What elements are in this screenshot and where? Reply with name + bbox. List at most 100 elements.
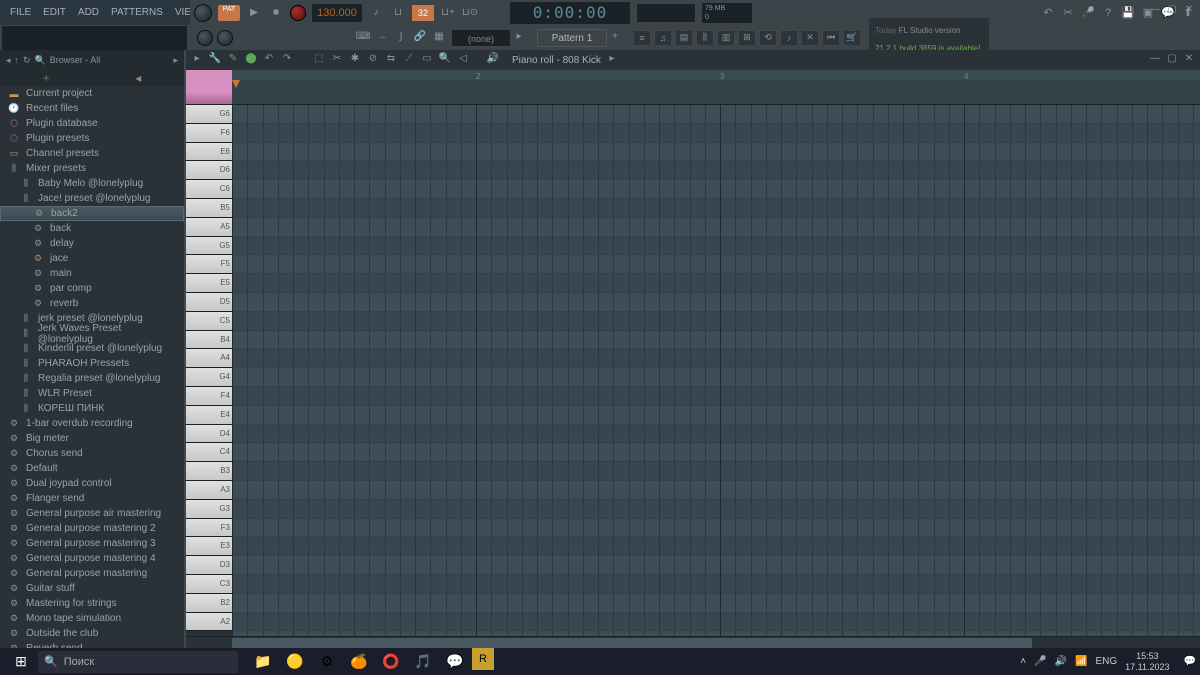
menu-edit[interactable]: EDIT: [37, 5, 72, 20]
pattern-add-icon[interactable]: +: [607, 31, 623, 45]
piano-key[interactable]: C6: [186, 180, 232, 199]
pr-menu-icon[interactable]: ▸: [190, 53, 204, 67]
menu-patterns[interactable]: PATTERNS: [105, 5, 169, 20]
close-icon[interactable]: ✕: [1182, 4, 1196, 16]
browser-icon[interactable]: ▥: [717, 30, 735, 46]
piano-roll-ruler[interactable]: 234: [186, 70, 1200, 105]
playlist-icon[interactable]: ≡: [633, 30, 651, 46]
tree-item[interactable]: ⚙Reverb send: [0, 641, 184, 648]
help-icon[interactable]: ?: [1100, 5, 1116, 21]
rewind-icon[interactable]: ⏮: [822, 30, 840, 46]
tree-item[interactable]: ⚙General purpose air mastering: [0, 506, 184, 521]
tray-notifications-icon[interactable]: 💬: [1184, 656, 1196, 667]
browser-tree[interactable]: ▬Current project🕐Recent files⬡Plugin dat…: [0, 86, 184, 648]
time-display[interactable]: 0:00:00: [510, 2, 630, 24]
tree-item[interactable]: ⚙reverb: [0, 296, 184, 311]
pr-cut2-icon[interactable]: ✂: [330, 53, 344, 67]
pr-zoom-icon[interactable]: 🔍: [438, 53, 452, 67]
piano-roll-title[interactable]: Piano roll - 808 Kick: [512, 55, 601, 66]
piano-key[interactable]: A5: [186, 218, 232, 237]
piano-keys[interactable]: G6F6E6D6C6B5A5G5F5E5D5C5B4A4G4F4E4D4C4B3…: [186, 105, 232, 636]
tree-item[interactable]: ⬡Plugin presets: [0, 131, 184, 146]
discord-icon[interactable]: 💬: [440, 648, 470, 675]
minimize-icon[interactable]: —: [1148, 4, 1162, 16]
pattern-selector[interactable]: Pattern 1: [537, 29, 607, 47]
mic-icon[interactable]: 🎤: [1080, 5, 1096, 21]
pr-tools-icon[interactable]: 🔧: [208, 53, 222, 67]
tree-item[interactable]: ⬡Plugin database: [0, 116, 184, 131]
start-button[interactable]: ⊞: [4, 648, 38, 675]
plugin-picker-icon[interactable]: ⊞: [738, 30, 756, 46]
pr-maximize-icon[interactable]: ▢: [1165, 53, 1179, 67]
up-icon[interactable]: ↑: [15, 55, 20, 65]
pat-song-switch[interactable]: PAT: [218, 5, 240, 21]
tree-item[interactable]: ⚙back2: [0, 206, 184, 221]
main-volume-knob[interactable]: [194, 4, 212, 22]
play-button[interactable]: ▶: [246, 5, 262, 21]
pr-ruler-corner[interactable]: [186, 70, 232, 104]
tree-item[interactable]: ⚙Chorus send: [0, 446, 184, 461]
undo-icon[interactable]: ↶: [1040, 5, 1056, 21]
pr-speaker-icon[interactable]: 🔊: [486, 53, 500, 67]
piano-roll-icon[interactable]: ♫: [654, 30, 672, 46]
tray-chevron-icon[interactable]: ˄: [1020, 656, 1026, 667]
piano-key[interactable]: F5: [186, 255, 232, 274]
tree-item[interactable]: ⚙par comp: [0, 281, 184, 296]
tray-clock[interactable]: 15:5317.11.2023: [1125, 651, 1175, 673]
yandex-icon[interactable]: 🟡: [280, 648, 310, 675]
pr-mute-icon[interactable]: ⊘: [366, 53, 380, 67]
wait-input-icon[interactable]: ⊔: [390, 5, 406, 21]
pr-selectrect-icon[interactable]: ▭: [420, 53, 434, 67]
tray-lang[interactable]: ENG: [1095, 656, 1117, 667]
cut-icon[interactable]: ✂: [1060, 5, 1076, 21]
piano-key[interactable]: E4: [186, 406, 232, 425]
record-button[interactable]: [290, 5, 306, 21]
collapse-icon[interactable]: ◂: [135, 71, 141, 85]
pr-brush-icon[interactable]: ✱: [348, 53, 362, 67]
tree-item[interactable]: ⚙Guitar stuff: [0, 581, 184, 596]
tray-mic-icon[interactable]: 🎤: [1034, 656, 1046, 667]
back-icon[interactable]: ◂: [6, 55, 11, 66]
tree-item[interactable]: ⚙Big meter: [0, 431, 184, 446]
tree-item[interactable]: ▬Current project: [0, 86, 184, 101]
pr-slice-icon[interactable]: ⟋: [402, 53, 416, 67]
pr-slip-icon[interactable]: ⇆: [384, 53, 398, 67]
link-icon[interactable]: 🔗: [412, 31, 428, 45]
shop-icon[interactable]: 🛒: [843, 30, 861, 46]
piano-key[interactable]: C5: [186, 312, 232, 331]
tempo-tapper-icon[interactable]: ⟲: [759, 30, 777, 46]
tree-item[interactable]: ⚙Outside the club: [0, 626, 184, 641]
tree-item[interactable]: ⚙main: [0, 266, 184, 281]
tree-item[interactable]: ⚙Flanger send: [0, 491, 184, 506]
pr-minimize-icon[interactable]: —: [1148, 53, 1162, 67]
loop-rec-icon[interactable]: ⊔⊙: [462, 5, 478, 21]
playhead-marker[interactable]: [232, 80, 240, 88]
tree-item[interactable]: ⚙Default: [0, 461, 184, 476]
stop-button[interactable]: ■: [268, 5, 284, 21]
save-icon[interactable]: 💾: [1120, 5, 1136, 21]
tree-item[interactable]: ⚙back: [0, 221, 184, 236]
reread-icon[interactable]: ↻: [23, 55, 31, 66]
close-all-icon[interactable]: ✕: [801, 30, 819, 46]
tree-item[interactable]: ⫼Jerk Waves Preset @lonelyplug: [0, 326, 184, 341]
pr-horizontal-scrollbar[interactable]: [186, 636, 1200, 648]
pr-paint-icon[interactable]: ⬤: [244, 53, 258, 67]
tree-item[interactable]: 🕐Recent files: [0, 101, 184, 116]
piano-key[interactable]: E5: [186, 274, 232, 293]
tree-item[interactable]: ⫼Baby Melo @lonelyplug: [0, 176, 184, 191]
typing-keyboard-icon[interactable]: ⌨: [355, 31, 371, 45]
tree-item[interactable]: ⚙1-bar overdub recording: [0, 416, 184, 431]
piano-key[interactable]: E3: [186, 537, 232, 556]
flstudio-icon[interactable]: 🍊: [344, 648, 374, 675]
explorer-icon[interactable]: 📁: [248, 648, 278, 675]
piano-key[interactable]: E6: [186, 143, 232, 162]
snap-value[interactable]: 32: [412, 5, 434, 21]
tree-item[interactable]: ⚙General purpose mastering: [0, 566, 184, 581]
piano-key[interactable]: C3: [186, 575, 232, 594]
piano-key[interactable]: D3: [186, 556, 232, 575]
piano-key[interactable]: F4: [186, 387, 232, 406]
tree-item[interactable]: ⚙Dual joypad control: [0, 476, 184, 491]
piano-key[interactable]: B3: [186, 462, 232, 481]
tray-wifi-icon[interactable]: 📶: [1075, 656, 1087, 667]
piano-key[interactable]: F6: [186, 124, 232, 143]
